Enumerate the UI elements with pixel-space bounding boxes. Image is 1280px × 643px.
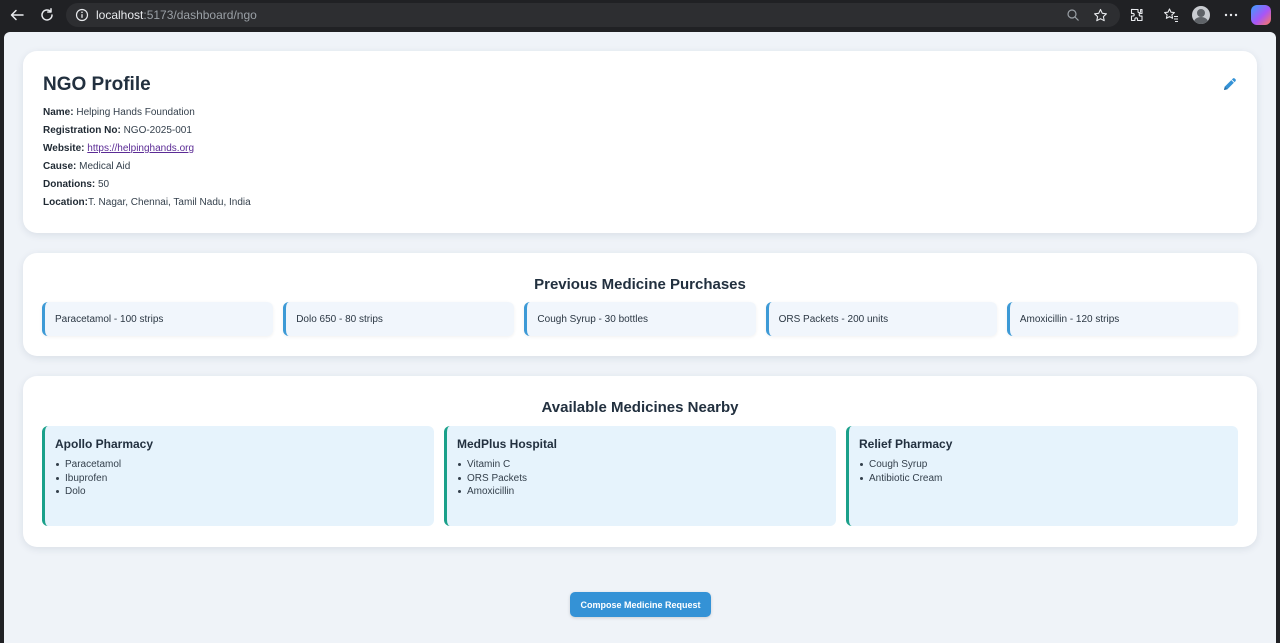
more-menu-icon[interactable] [1221, 5, 1241, 25]
pencil-icon [1224, 78, 1236, 90]
pharmacy-name: MedPlus Hospital [457, 437, 558, 451]
edit-profile-button[interactable] [1221, 75, 1239, 93]
pharmacy-list: Apollo Pharmacy Paracetamol Ibuprofen Do… [42, 426, 1238, 526]
arrow-left-icon [10, 9, 24, 21]
field-value: Medical Aid [79, 161, 131, 172]
url-text[interactable]: localhost:5173/dashboard/ngo [96, 7, 257, 23]
field-value: Helping Hands Foundation [76, 107, 195, 118]
nearby-title: Available Medicines Nearby [541, 399, 739, 416]
purchase-item: Cough Syrup - 30 bottles [524, 302, 756, 336]
field-value: NGO-2025-001 [123, 125, 192, 136]
url-host: localhost [96, 8, 144, 22]
medicine-list: Vitamin C ORS Packets Amoxicillin [457, 458, 528, 499]
medicine-item: Amoxicillin [457, 485, 527, 499]
profile-registration-field: Registration No: NGO-2025-001 [43, 125, 192, 137]
medicine-item: Cough Syrup [859, 458, 942, 472]
field-value: 50 [98, 179, 110, 190]
medicine-item: Paracetamol [55, 459, 122, 470]
field-label: Name: [43, 107, 74, 118]
pharmacy-name: Apollo Pharmacy [55, 437, 154, 451]
url-path: :5173/dashboard/ngo [143, 8, 257, 22]
site-info-icon[interactable] [74, 7, 90, 23]
purchases-title: Previous Medicine Purchases [534, 276, 746, 293]
purchases-list: Paracetamol - 100 strips Dolo 650 - 80 s… [42, 302, 1239, 336]
medicine-item: Vitamin C [457, 458, 527, 472]
medicine-item: Ibuprofen [55, 472, 121, 486]
pharmacy-card-apollo: Apollo Pharmacy Paracetamol Ibuprofen Do… [42, 426, 434, 526]
favorites-icon[interactable] [1161, 5, 1181, 25]
profile-donations-field: Donations: 50 [43, 179, 109, 191]
website-link[interactable]: https://helpinghands.org [87, 143, 194, 154]
page-viewport: NGO Profile Name: Helping Hands Foundati… [4, 32, 1276, 643]
purchase-item: Dolo 650 - 80 strips [283, 302, 515, 336]
field-label: Website: [43, 143, 85, 154]
reload-button[interactable] [35, 3, 59, 27]
pharmacy-card-medplus: MedPlus Hospital Vitamin C ORS Packets A… [444, 426, 836, 526]
available-medicines-card: Available Medicines Nearby Apollo Pharma… [23, 376, 1257, 547]
address-bar[interactable]: localhost:5173/dashboard/ngo [66, 3, 1120, 27]
zoom-icon[interactable] [1065, 7, 1081, 23]
field-label: Registration No: [43, 125, 121, 136]
previous-purchases-card: Previous Medicine Purchases Paracetamol … [23, 253, 1257, 356]
purchase-item: ORS Packets - 200 units [765, 302, 997, 336]
extensions-icon[interactable] [1127, 5, 1147, 25]
field-label: Location: [43, 197, 88, 208]
copilot-icon[interactable] [1251, 5, 1271, 25]
profile-name-field: Name: Helping Hands Foundation [43, 107, 195, 119]
back-button[interactable] [5, 3, 29, 27]
pharmacy-name: Relief Pharmacy [859, 437, 953, 451]
profile-website-field: Website: https://helpinghands.org [43, 143, 194, 155]
profile-title: NGO Profile [43, 74, 151, 95]
medicine-item: Dolo [55, 485, 121, 499]
purchase-item: Paracetamol - 100 strips [42, 302, 274, 336]
profile-avatar[interactable] [1192, 6, 1210, 24]
field-label: Donations: [43, 179, 96, 190]
profile-location-field: Location:T. Nagar, Chennai, Tamil Nadu, … [43, 197, 251, 209]
medicine-item: ORS Packets [457, 472, 528, 484]
purchase-item: Amoxicillin - 120 strips [1006, 302, 1239, 336]
medicine-list: Cough Syrup Antibiotic Cream [859, 458, 943, 485]
medicine-item: Antibiotic Cream [859, 472, 943, 484]
ngo-profile-card: NGO Profile Name: Helping Hands Foundati… [23, 51, 1257, 233]
medicine-list: Paracetamol Ibuprofen Dolo [55, 458, 122, 499]
compose-request-button[interactable]: Compose Medicine Request [570, 592, 711, 617]
field-value: T. Nagar, Chennai, Tamil Nadu, India [88, 197, 251, 208]
star-icon[interactable] [1092, 7, 1108, 23]
profile-cause-field: Cause: Medical Aid [43, 161, 130, 173]
pharmacy-card-relief: Relief Pharmacy Cough Syrup Antibiotic C… [846, 426, 1238, 526]
field-label: Cause: [43, 161, 77, 172]
reload-icon [41, 8, 53, 21]
browser-toolbar: localhost:5173/dashboard/ngo [0, 0, 1280, 30]
